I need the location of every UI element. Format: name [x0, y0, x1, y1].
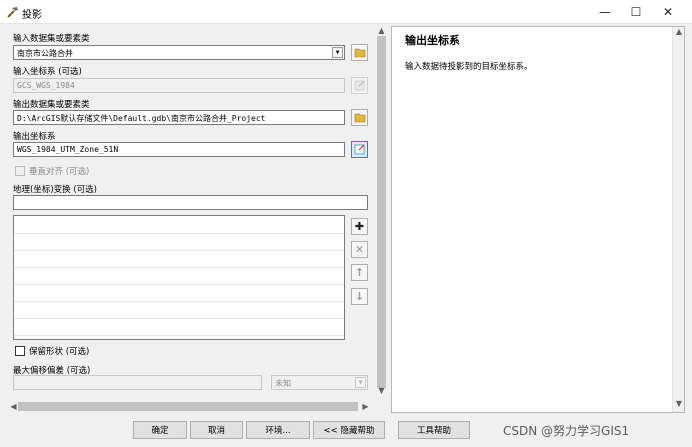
geo-transform-list[interactable]	[13, 215, 345, 340]
scroll-up-icon[interactable]: ▲	[673, 27, 685, 36]
add-button[interactable]: ✚	[351, 218, 368, 235]
help-panel: 输出坐标系 输入数据待投影到的目标坐标系。 ▲ ▼	[391, 26, 685, 413]
x-icon: ✕	[354, 243, 365, 256]
properties-icon	[354, 80, 364, 91]
close-button[interactable]: ✕	[653, 0, 683, 24]
preserve-shape-checkbox[interactable]	[15, 346, 25, 356]
properties-icon	[354, 144, 364, 155]
geo-transform-label: 地理(坐标)变换 (可选)	[13, 185, 97, 195]
vertical-checkbox	[15, 166, 25, 176]
vertical-scroll-thumb[interactable]	[377, 36, 386, 388]
browse-output-button[interactable]	[351, 109, 368, 126]
help-title: 输出坐标系	[405, 34, 460, 47]
tool-help-button[interactable]: 工具帮助	[398, 421, 470, 439]
move-down-button: ↓	[351, 288, 368, 305]
help-scrollbar[interactable]: ▲ ▼	[672, 27, 684, 412]
max-offset-unit-value: 未知	[275, 379, 291, 388]
arrow-up-icon: ↑	[354, 266, 365, 279]
input-cs-field: GCS_WGS_1984	[13, 78, 345, 93]
input-dataset-combobox[interactable]: 南京市公路合并 ▼	[13, 45, 345, 60]
max-offset-field	[13, 375, 262, 390]
help-text: 输入数据待投影到的目标坐标系。	[405, 62, 533, 72]
vertical-scrollbar[interactable]: ▲ ▼	[374, 26, 389, 398]
scroll-down-icon[interactable]: ▼	[673, 399, 685, 408]
minimize-icon: —	[599, 5, 611, 19]
browse-input-button[interactable]	[351, 44, 368, 61]
scroll-down-icon[interactable]: ▼	[374, 386, 389, 395]
chevron-down-icon: ▼	[355, 377, 366, 388]
output-dataset-field[interactable]: D:\ArcGIS默认存储文件\Default.gdb\南京市公路合并_Proj…	[13, 110, 345, 125]
preserve-shape-label: 保留形状 (可选)	[29, 347, 90, 357]
output-cs-properties-button[interactable]	[351, 141, 368, 158]
hide-help-button[interactable]: << 隐藏帮助	[313, 421, 385, 439]
input-cs-properties-button	[351, 77, 368, 94]
horizontal-scroll-thumb[interactable]	[18, 402, 358, 411]
move-up-button: ↑	[351, 264, 368, 281]
minimize-button[interactable]: —	[590, 0, 620, 24]
max-offset-unit-select: 未知 ▼	[271, 375, 368, 390]
vertical-label: 垂直对齐 (可选)	[29, 167, 90, 177]
maximize-icon: ☐	[630, 5, 642, 19]
remove-button: ✕	[351, 241, 368, 258]
chevron-down-icon[interactable]: ▼	[332, 47, 343, 58]
maximize-button[interactable]: ☐	[621, 0, 651, 24]
environments-button[interactable]: 环境...	[246, 421, 310, 439]
hammer-icon	[7, 7, 18, 18]
input-dataset-value: 南京市公路合并	[17, 49, 73, 58]
cancel-button[interactable]: 取消	[190, 421, 243, 439]
watermark: CSDN @努力学习GIS1	[503, 424, 630, 438]
ok-button[interactable]: 确定	[133, 421, 187, 439]
horizontal-scrollbar[interactable]: ◀ ▶	[6, 399, 374, 414]
parameter-panel: 输入数据集或要素类 南京市公路合并 ▼ 输入坐标系 (可选) GCS_WGS_1…	[6, 26, 389, 418]
window-title: 投影	[22, 10, 42, 21]
plus-icon: ✚	[354, 220, 365, 233]
close-icon: ✕	[662, 5, 674, 19]
scroll-up-icon[interactable]: ▲	[374, 26, 389, 35]
output-cs-field[interactable]: WGS_1984_UTM_Zone_51N	[13, 142, 345, 157]
output-dataset-label: 输出数据集或要素类	[13, 100, 90, 110]
title-bar: 投影 — ☐ ✕	[0, 0, 692, 24]
geo-transform-input[interactable]	[13, 195, 368, 210]
output-cs-label: 输出坐标系	[13, 132, 56, 142]
button-bar: 确定 取消 环境... << 隐藏帮助 工具帮助 CSDN @努力学习GIS1	[0, 418, 692, 447]
input-cs-label: 输入坐标系 (可选)	[13, 67, 82, 77]
arrow-down-icon: ↓	[354, 290, 365, 303]
scroll-right-icon[interactable]: ▶	[358, 402, 373, 411]
folder-open-icon	[354, 113, 365, 123]
folder-open-icon	[354, 48, 365, 58]
input-dataset-label: 输入数据集或要素类	[13, 34, 90, 44]
